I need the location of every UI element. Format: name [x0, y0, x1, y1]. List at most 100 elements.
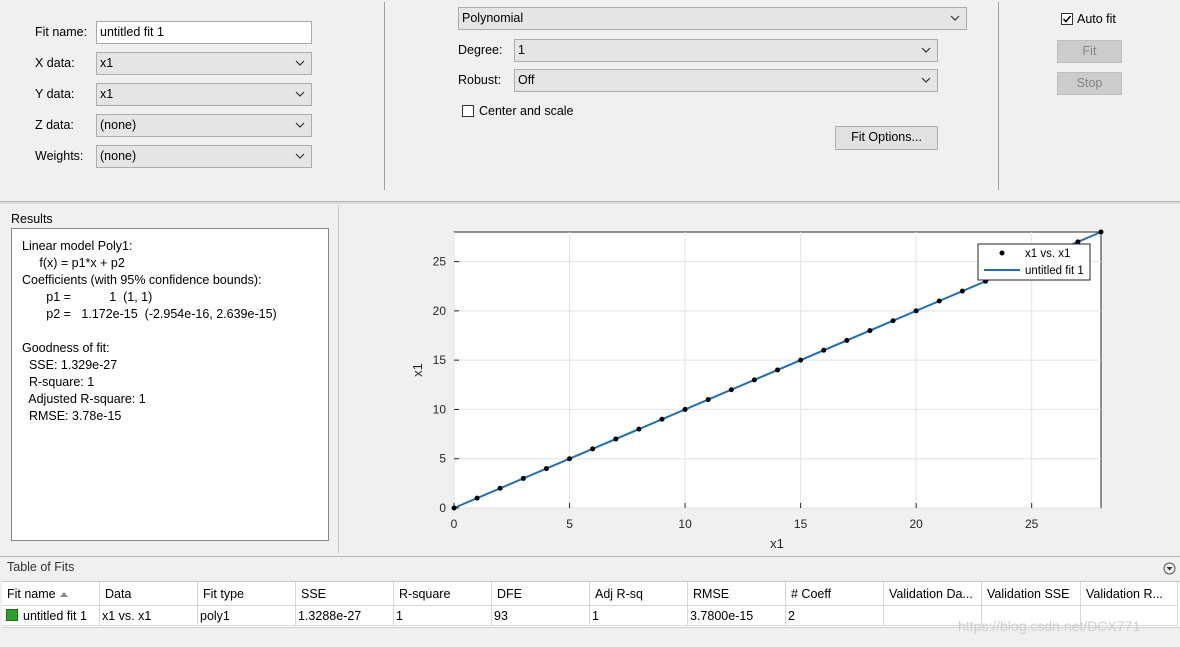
table-cell: 3.7800e-15 [688, 606, 786, 626]
column-header-label: DFE [497, 587, 522, 601]
fit-type-select[interactable]: Polynomial [458, 7, 967, 30]
x-data-select[interactable]: x1 [96, 52, 312, 75]
fit-name-label: Fit name: [35, 25, 88, 39]
results-line: p1 = 1 (1, 1) [22, 290, 153, 304]
column-header-label: R-square [399, 587, 451, 601]
column-header[interactable]: Validation R... [1081, 582, 1178, 606]
column-header-label: Fit name [7, 587, 56, 601]
table-cell-value: 93 [494, 609, 508, 623]
column-header[interactable]: SSE [296, 582, 394, 606]
panel-divider [338, 205, 339, 553]
robust-select[interactable]: Off [514, 69, 938, 92]
chevron-down-icon [921, 47, 931, 53]
column-header[interactable]: Validation SSE [982, 582, 1081, 606]
data-point [798, 357, 804, 363]
column-header-label: # Coeff [791, 587, 832, 601]
z-data-select[interactable]: (none) [96, 114, 312, 137]
fit-plot[interactable]: 0 5 10 15 20 25 0 5 10 15 20 25 x1 x1 x1 vs. x1 unt… [340, 205, 1170, 555]
table-cell: x1 vs. x1 [100, 606, 198, 626]
column-header[interactable]: Fit type [198, 582, 296, 606]
results-line: f(x) = p1*x + p2 [22, 256, 125, 270]
table-cell-value: untitled fit 1 [23, 609, 87, 623]
table-cell: 1.3288e-27 [296, 606, 394, 626]
column-header-label: Fit type [203, 587, 244, 601]
data-point [867, 328, 873, 334]
table-cell-value: 1 [592, 609, 599, 623]
center-scale-label: Center and scale [479, 104, 574, 118]
column-header[interactable]: Adj R-sq [590, 582, 688, 606]
panel-divider [998, 2, 999, 190]
column-header[interactable]: DFE [492, 582, 590, 606]
weights-select[interactable]: (none) [96, 145, 312, 168]
degree-select[interactable]: 1 [514, 39, 938, 62]
fit-options-button[interactable]: Fit Options... [835, 126, 938, 150]
collapse-panel-icon[interactable] [1163, 562, 1176, 575]
y-tick-label: 10 [433, 402, 447, 416]
top-separator [0, 201, 1180, 204]
data-point [821, 347, 827, 353]
results-line: Goodness of fit: [22, 341, 110, 355]
center-scale-checkbox[interactable] [462, 105, 474, 117]
data-point [613, 436, 619, 442]
column-header-label: SSE [301, 587, 327, 601]
y-tick-label: 0 [439, 501, 446, 515]
results-line: R-square: 1 [22, 375, 95, 389]
results-line: p2 = 1.172e-15 (-2.954e-16, 2.639e-15) [22, 307, 277, 321]
auto-fit-checkbox[interactable] [1061, 13, 1073, 25]
auto-fit-label: Auto fit [1077, 12, 1116, 26]
column-header-label: Validation Da... [889, 587, 973, 601]
table-separator [0, 556, 1180, 557]
x-tick-label: 15 [794, 517, 808, 531]
column-header[interactable]: R-square [394, 582, 492, 606]
data-point [567, 456, 573, 462]
fit-button[interactable]: Fit [1057, 40, 1122, 63]
results-line: Coefficients (with 95% confidence bounds… [22, 273, 262, 287]
data-point [474, 495, 480, 501]
legend-label-fit: untitled fit 1 [1025, 265, 1084, 277]
panel-divider [384, 2, 385, 190]
data-point [775, 367, 780, 373]
weights-value: (none) [100, 149, 137, 163]
watermark: https://blog.csdn.net/DCX771 [958, 618, 1141, 634]
x-data-value: x1 [100, 56, 114, 70]
fit-name-input[interactable]: untitled fit 1 [96, 21, 312, 44]
y-data-label: Y data: [35, 87, 75, 101]
legend-label-data: x1 vs. x1 [1025, 248, 1070, 260]
table-of-fits-title: Table of Fits [7, 560, 75, 574]
results-line: Linear model Poly1: [22, 239, 133, 253]
column-header[interactable]: Fit name [2, 582, 100, 606]
data-point [936, 298, 942, 304]
chevron-down-icon [921, 77, 931, 83]
table-cell: poly1 [198, 606, 296, 626]
column-header-label: RMSE [693, 587, 730, 601]
legend[interactable]: x1 vs. x1 untitled fit 1 [977, 243, 1091, 281]
fit-type-value: Polynomial [462, 11, 524, 25]
chevron-down-icon [295, 60, 305, 66]
column-header[interactable]: RMSE [688, 582, 786, 606]
table-cell-value: 1 [396, 609, 403, 623]
x-tick-label: 25 [1025, 517, 1039, 531]
y-tick-label: 20 [433, 304, 447, 318]
data-point [913, 308, 919, 314]
y-tick-label: 15 [433, 353, 447, 367]
data-point [682, 406, 688, 412]
robust-value: Off [518, 73, 535, 87]
column-header-label: Validation SSE [987, 587, 1070, 601]
z-data-label: Z data: [35, 118, 74, 132]
results-line: Adjusted R-square: 1 [22, 392, 146, 406]
column-header[interactable]: Data [100, 582, 198, 606]
results-line: RMSE: 3.78e-15 [22, 409, 122, 423]
column-header[interactable]: # Coeff [786, 582, 884, 606]
x-tick-label: 10 [678, 517, 692, 531]
x-tick-label: 5 [566, 517, 573, 531]
data-point [705, 397, 711, 403]
table-cell-value: x1 vs. x1 [102, 609, 152, 623]
data-point [959, 288, 965, 294]
table-cell-value: 2 [788, 609, 795, 623]
column-header[interactable]: Validation Da... [884, 582, 982, 606]
table-cell: 2 [786, 606, 884, 626]
stop-button[interactable]: Stop [1057, 72, 1122, 95]
data-point [751, 377, 757, 383]
chevron-down-icon [295, 91, 305, 97]
y-data-select[interactable]: x1 [96, 83, 312, 106]
